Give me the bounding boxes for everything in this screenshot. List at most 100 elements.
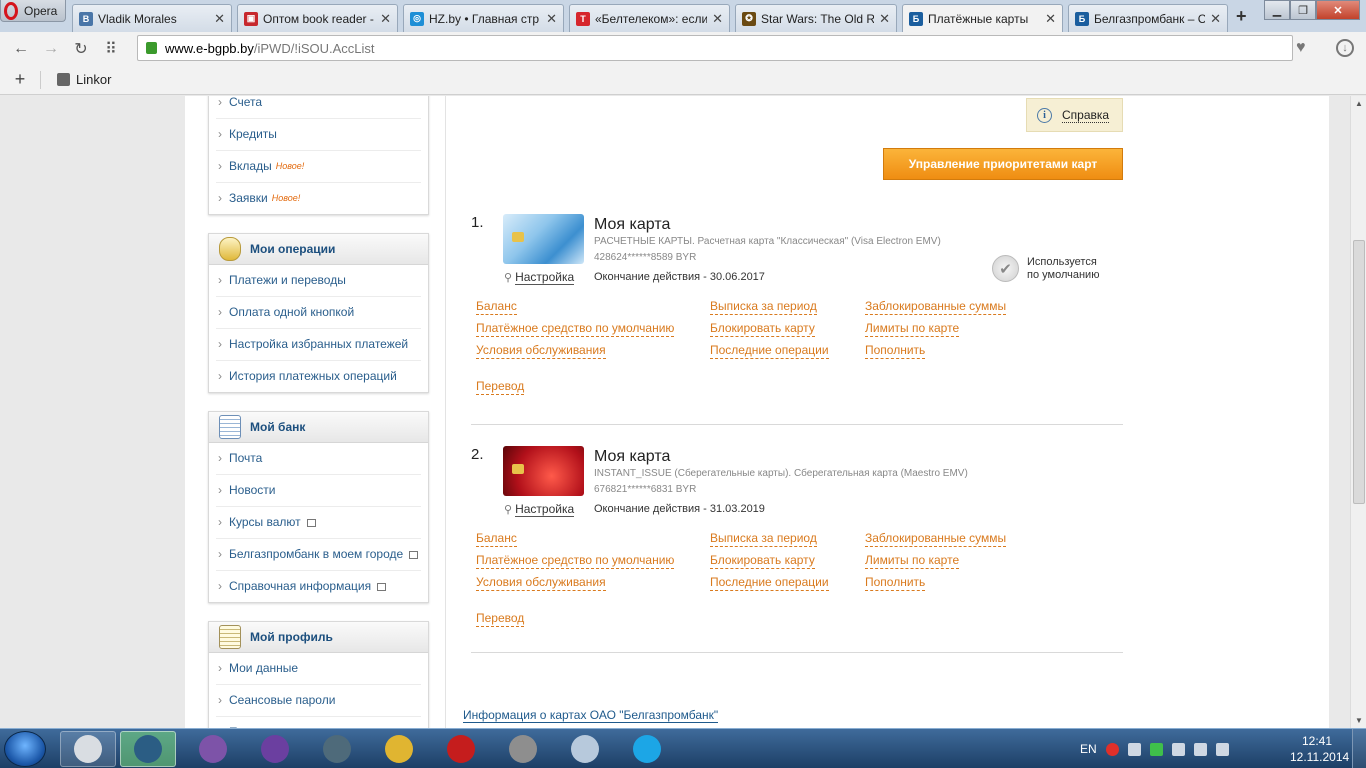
- bookmark-linkor[interactable]: Linkor: [57, 72, 111, 87]
- opera-app[interactable]: [60, 731, 116, 767]
- card-action-link[interactable]: Последние операции: [710, 343, 829, 359]
- transfer-link[interactable]: Перевод: [476, 379, 525, 395]
- card-action-link[interactable]: Блокировать карту: [710, 321, 815, 337]
- volume-icon[interactable]: [1215, 742, 1229, 756]
- browser-tab[interactable]: B Vladik Morales ✕: [72, 4, 232, 32]
- red-app[interactable]: [433, 731, 489, 767]
- sidebar-item[interactable]: Оплата одной кнопкой: [216, 297, 421, 329]
- browser-tab[interactable]: ▣ Оптом book reader - ✕: [237, 4, 398, 32]
- sidebar-item[interactable]: Счета: [216, 96, 421, 119]
- help-link[interactable]: Справка: [1062, 108, 1110, 123]
- clock[interactable]: 12:41 12.11.2014: [1290, 733, 1349, 765]
- back-icon[interactable]: ←: [6, 40, 36, 58]
- calculator-app[interactable]: [557, 731, 613, 767]
- card-action-link[interactable]: Лимиты по карте: [865, 321, 960, 337]
- card-action-link[interactable]: Выписка за период: [710, 531, 817, 547]
- minimize-button[interactable]: ▁: [1264, 0, 1290, 20]
- card-settings-link[interactable]: ⚲ Настройка: [504, 502, 575, 517]
- steam-app[interactable]: [120, 731, 176, 767]
- tab-close-icon[interactable]: ✕: [879, 11, 890, 27]
- sidebar-item[interactable]: Настройка избранных платежей: [216, 329, 421, 361]
- card-action-link[interactable]: Баланс: [476, 299, 517, 315]
- network-icon[interactable]: [1193, 742, 1207, 756]
- card-action-link[interactable]: Блокировать карту: [710, 553, 815, 569]
- card-action-link[interactable]: Заблокированные суммы: [865, 299, 1007, 315]
- card-action-link[interactable]: Лимиты по карте: [865, 553, 960, 569]
- sidebar-item[interactable]: Мои данные: [216, 653, 421, 685]
- browser-tab[interactable]: Б Платёжные карты ✕: [902, 4, 1063, 33]
- scroll-thumb[interactable]: [1353, 240, 1365, 504]
- opera-menu-button[interactable]: Opera: [0, 0, 66, 22]
- browser-tab[interactable]: ◎ HZ.by • Главная стр ✕: [403, 4, 564, 32]
- maestro-card-icon[interactable]: [503, 446, 584, 496]
- card-action-link[interactable]: Условия обслуживания: [476, 343, 606, 359]
- page-viewport: СчетаКредитыВкладыНовое!ЗаявкиНовое! Мои…: [0, 96, 1350, 728]
- steam-tray-icon[interactable]: [1127, 742, 1141, 756]
- tab-close-icon[interactable]: ✕: [546, 11, 557, 27]
- start-button[interactable]: [4, 731, 46, 767]
- card-action-link[interactable]: Последние операции: [710, 575, 829, 591]
- maximize-button[interactable]: ❐: [1290, 0, 1316, 20]
- forward-icon[interactable]: →: [36, 40, 66, 58]
- tab-close-icon[interactable]: ✕: [1210, 11, 1221, 27]
- viber-app[interactable]: [185, 731, 241, 767]
- add-bookmark-button[interactable]: +: [0, 69, 40, 90]
- skype-app[interactable]: [619, 731, 675, 767]
- visual-studio-app[interactable]: [247, 731, 303, 767]
- green-tray-icon[interactable]: [1149, 742, 1163, 756]
- sidebar-item[interactable]: ЗаявкиНовое!: [216, 183, 421, 214]
- device-icon[interactable]: [1171, 742, 1185, 756]
- tab-close-icon[interactable]: ✕: [214, 11, 225, 27]
- sidebar-item[interactable]: История платежных операций: [216, 361, 421, 392]
- browser-tab[interactable]: Б Белгазпромбанк – С ✕: [1068, 4, 1228, 32]
- reload-icon[interactable]: ↻: [66, 39, 96, 59]
- tab-close-icon[interactable]: ✕: [712, 11, 723, 27]
- card-action-link[interactable]: Пополнить: [865, 575, 926, 591]
- browser-tab[interactable]: T «Белтелеком»: если ✕: [569, 4, 730, 32]
- block-icon[interactable]: [1105, 742, 1119, 756]
- sidebar-item[interactable]: Почта: [216, 443, 421, 475]
- address-bar[interactable]: www.e-bgpb.by/iPWD/!iSOU.AccList: [137, 35, 1293, 61]
- help-box[interactable]: i Справка: [1026, 98, 1123, 132]
- visa-card-icon[interactable]: [503, 214, 584, 264]
- moon-app[interactable]: [309, 731, 365, 767]
- transfer-link[interactable]: Перевод: [476, 611, 525, 627]
- browser-tab[interactable]: ✪ Star Wars: The Old Re ✕: [735, 4, 897, 32]
- sidebar-item[interactable]: Кредиты: [216, 119, 421, 151]
- card-action-link[interactable]: Баланс: [476, 531, 517, 547]
- sidebar-item[interactable]: Белгазпромбанк в моем городе: [216, 539, 421, 571]
- card-action-link[interactable]: Пополнить: [865, 343, 926, 359]
- card-action-link[interactable]: Выписка за период: [710, 299, 817, 315]
- sidebar-item[interactable]: Сеансовые пароли: [216, 685, 421, 717]
- sidebar-item[interactable]: Пароль для входа: [216, 717, 421, 728]
- language-indicator[interactable]: EN: [1080, 742, 1097, 756]
- scroll-down-icon[interactable]: ▼: [1351, 716, 1366, 725]
- grey-app[interactable]: [495, 731, 551, 767]
- card-action-link[interactable]: Платёжное средство по умолчанию: [476, 553, 675, 569]
- sidebar-item[interactable]: Справочная информация: [216, 571, 421, 602]
- sidebar-item[interactable]: Платежи и переводы: [216, 265, 421, 297]
- sidebar-item[interactable]: Новости: [216, 475, 421, 507]
- scroll-up-icon[interactable]: ▲: [1351, 99, 1366, 108]
- favorite-heart-icon[interactable]: ♥: [1296, 39, 1306, 57]
- profile-panel-header: Мой профиль: [209, 622, 428, 653]
- sidebar-item-label: Курсы валют: [229, 515, 301, 529]
- chrome-app[interactable]: [371, 731, 427, 767]
- card-action-link[interactable]: Платёжное средство по умолчанию: [476, 321, 675, 337]
- sidebar-item[interactable]: Курсы валют: [216, 507, 421, 539]
- tab-close-icon[interactable]: ✕: [1045, 11, 1056, 27]
- close-window-button[interactable]: ✕: [1316, 0, 1360, 20]
- card-priority-button[interactable]: Управление приоритетами карт: [883, 148, 1123, 180]
- card-settings-link[interactable]: ⚲ Настройка: [504, 270, 575, 285]
- card-info-link[interactable]: Информация о картах ОАО "Белгазпромбанк": [463, 708, 719, 723]
- tab-close-icon[interactable]: ✕: [380, 11, 391, 27]
- download-icon[interactable]: ↓: [1336, 39, 1354, 57]
- sidebar-item[interactable]: ВкладыНовое!: [216, 151, 421, 183]
- card-action-link[interactable]: Условия обслуживания: [476, 575, 606, 591]
- speed-dial-icon[interactable]: ⠿: [96, 39, 126, 59]
- show-desktop-button[interactable]: [1352, 729, 1366, 768]
- vertical-scrollbar[interactable]: ▲ ▼: [1350, 96, 1366, 728]
- card-expiry: Окончание действия - 31.03.2019: [594, 503, 765, 515]
- new-tab-button[interactable]: +: [1236, 6, 1247, 27]
- card-action-link[interactable]: Заблокированные суммы: [865, 531, 1007, 547]
